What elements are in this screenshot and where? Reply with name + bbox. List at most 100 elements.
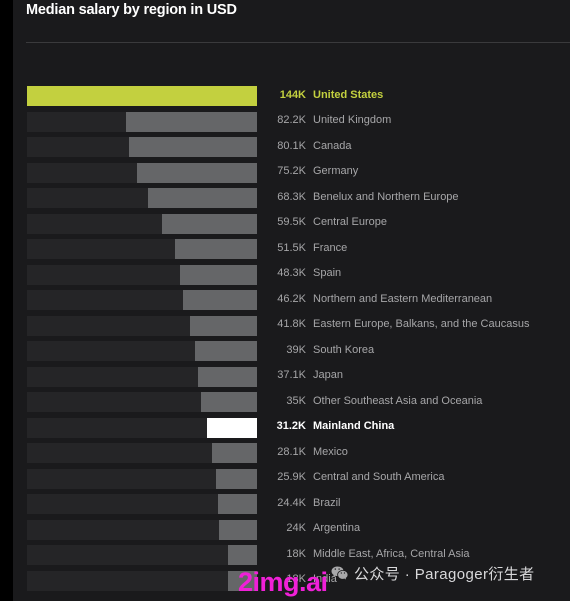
page-title: Median salary by region in USD xyxy=(26,2,237,18)
bar-row[interactable]: 28.1K Mexico xyxy=(13,443,570,469)
bar-chart: 144K United States 82.2K United Kingdom 80.1… xyxy=(13,86,570,596)
bar-category-label: Canada xyxy=(313,139,352,152)
bar-value-label: 68.3K xyxy=(277,190,306,203)
bar-row[interactable]: 35K Other Southeast Asia and Oceania xyxy=(13,392,570,418)
bar-track xyxy=(27,162,257,183)
bar-value-label: 82.2K xyxy=(277,114,306,127)
bar-value-label: 144K xyxy=(279,88,306,101)
bar-value-label: 31.2K xyxy=(276,420,306,433)
bar-category-label: Eastern Europe, Balkans, and the Caucasu… xyxy=(313,318,530,331)
bar-row[interactable]: 46.2K Northern and Eastern Mediterranean xyxy=(13,290,570,316)
bar-row[interactable]: 18K Middle East, Africa, Central Asia xyxy=(13,545,570,571)
bar-track xyxy=(27,392,257,413)
bar-category-label: France xyxy=(313,241,348,254)
bar-row[interactable]: 51.5K France xyxy=(13,239,570,265)
bar-value-label: 25.9K xyxy=(277,471,306,484)
bar-fill xyxy=(201,392,257,413)
bar-row[interactable]: 80.1K Canada xyxy=(13,137,570,163)
bar-category-label: Central Europe xyxy=(313,216,387,229)
bar-fill xyxy=(228,570,257,591)
header-divider xyxy=(26,42,570,43)
bar-row[interactable]: 75.2K Germany xyxy=(13,162,570,189)
bar-track xyxy=(27,417,257,438)
bar-value-label: 18K xyxy=(286,573,306,586)
bar-fill xyxy=(174,239,257,260)
bar-value-label: 51.5K xyxy=(277,241,306,254)
bar-track xyxy=(27,519,257,540)
bar-fill xyxy=(194,341,257,362)
bar-fill xyxy=(228,545,257,566)
bar-value-label: 75.2K xyxy=(277,165,306,178)
bar-fill xyxy=(207,417,257,438)
bar-category-label: Other Southeast Asia and Oceania xyxy=(313,394,483,407)
bar-track xyxy=(27,443,257,464)
bar-fill xyxy=(27,86,257,106)
bar-track xyxy=(27,366,257,387)
bar-value-label: 46.2K xyxy=(277,292,306,305)
bar-category-label: Mainland China xyxy=(313,420,395,433)
bar-row[interactable]: 68.3K Benelux and Northern Europe xyxy=(13,188,570,214)
bar-fill xyxy=(215,468,257,489)
bar-row[interactable]: 39K South Korea xyxy=(13,341,570,367)
bar-value-label: 80.1K xyxy=(277,139,306,152)
bar-value-label: 59.5K xyxy=(277,216,306,229)
bar-category-label: Mexico xyxy=(313,445,348,458)
bar-track xyxy=(27,545,257,566)
bar-row[interactable]: 31.2K Mainland China xyxy=(13,417,570,444)
bar-fill xyxy=(183,290,257,311)
bar-row[interactable]: 48.3K Spain xyxy=(13,264,570,291)
bar-track xyxy=(27,86,257,106)
bar-category-label: Germany xyxy=(313,165,359,178)
bar-row[interactable]: 41.8K Eastern Europe, Balkans, and the Ca… xyxy=(13,315,570,342)
bar-value-label: 41.8K xyxy=(277,318,306,331)
bar-track xyxy=(27,290,257,311)
bar-fill xyxy=(125,111,257,132)
bar-fill xyxy=(136,162,257,183)
bar-value-label: 24K xyxy=(286,522,306,535)
bar-category-label: Central and South America xyxy=(313,471,445,484)
bar-value-label: 48.3K xyxy=(277,267,306,280)
bar-category-label: United Kingdom xyxy=(313,114,392,127)
bar-category-label: Argentina xyxy=(313,522,361,535)
bar-track xyxy=(27,264,257,285)
bar-row[interactable]: 25.9K Central and South America xyxy=(13,468,570,495)
bar-row[interactable]: 59.5K Central Europe xyxy=(13,213,570,240)
bar-row[interactable]: 82.2K United Kingdom xyxy=(13,111,570,138)
bar-row[interactable]: 18K India xyxy=(13,570,570,597)
bar-fill xyxy=(218,494,257,515)
bar-category-label: Benelux and Northern Europe xyxy=(313,190,459,203)
bar-track xyxy=(27,188,257,209)
bar-fill xyxy=(190,315,257,336)
screenshot-root: Median salary by region in USD 144K Unite… xyxy=(0,0,570,601)
bar-fill xyxy=(197,366,257,387)
bar-category-label: Northern and Eastern Mediterranean xyxy=(313,292,493,305)
bar-row[interactable]: 24.4K Brazil xyxy=(13,494,570,520)
bar-row[interactable]: 24K Argentina xyxy=(13,519,570,546)
bar-category-label: India xyxy=(313,573,337,586)
bar-row[interactable]: 37.1K Japan xyxy=(13,366,570,393)
bar-category-label: South Korea xyxy=(313,343,375,356)
bar-fill xyxy=(218,519,257,540)
bar-track xyxy=(27,315,257,336)
bar-category-label: Japan xyxy=(313,369,343,382)
bar-track xyxy=(27,137,257,158)
bar-track xyxy=(27,468,257,489)
bar-value-label: 28.1K xyxy=(277,445,306,458)
bar-category-label: Brazil xyxy=(313,496,341,509)
bar-track xyxy=(27,570,257,591)
bar-fill xyxy=(129,137,257,158)
bar-category-label: Spain xyxy=(313,267,342,280)
bar-fill xyxy=(147,188,257,209)
bar-fill xyxy=(179,264,257,285)
bar-value-label: 39K xyxy=(286,343,306,356)
bar-category-label: Middle East, Africa, Central Asia xyxy=(313,547,470,560)
bar-track xyxy=(27,213,257,234)
bar-value-label: 37.1K xyxy=(277,369,306,382)
bar-value-label: 18K xyxy=(286,547,306,560)
bar-fill xyxy=(212,443,257,464)
bar-track xyxy=(27,111,257,132)
bar-category-label: United States xyxy=(313,88,384,101)
bar-value-label: 35K xyxy=(286,394,306,407)
bar-fill xyxy=(161,213,257,234)
bar-row[interactable]: 144K United States xyxy=(13,86,570,112)
